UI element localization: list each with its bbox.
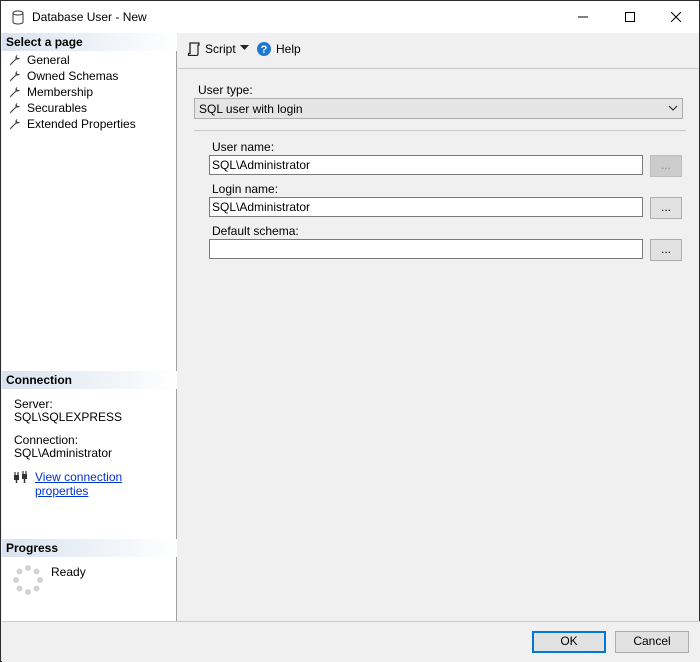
database-user-dialog: Database User - New Select a page Genera… [0,0,700,662]
progress-header: Progress [2,539,177,557]
wrench-icon [9,86,21,98]
login-name-browse-button[interactable]: ... [650,197,682,219]
script-label: Script [205,42,236,56]
minimize-button[interactable] [560,1,606,33]
login-name-label: Login name: [212,182,279,196]
dialog-footer: OK Cancel [2,621,700,662]
default-schema-label: Default schema: [212,224,299,238]
page-item-label: General [27,53,70,67]
user-name-label: User name: [212,140,275,154]
progress-status: Ready [51,565,86,579]
connection-plug-icon [14,471,27,483]
select-page-header: Select a page [2,33,177,51]
server-label: Server: [14,397,53,411]
wrench-icon [9,102,21,114]
script-button[interactable]: Script [187,42,236,56]
connection-header: Connection [2,371,177,389]
connection-label: Connection: [14,433,79,447]
help-button[interactable]: ? Help [257,42,301,56]
chevron-down-icon [668,105,678,111]
page-list: General Owned Schemas Membership Securab… [2,52,177,132]
progress-spinner-icon [13,565,43,595]
window-title: Database User - New [32,10,147,24]
toolbar: Script ? Help [178,33,699,69]
server-value: SQL\SQLEXPRESS [14,410,123,424]
ok-button[interactable]: OK [532,631,606,653]
maximize-icon [625,12,635,22]
help-icon: ? [257,42,271,56]
page-item-owned-schemas[interactable]: Owned Schemas [2,68,177,84]
close-button[interactable] [653,1,699,33]
page-item-label: Securables [27,101,88,115]
default-schema-browse-button[interactable]: ... [650,239,682,261]
user-type-label: User type: [198,83,253,97]
login-name-input[interactable]: SQL\Administrator [209,197,643,217]
script-dropdown-icon[interactable] [240,45,249,51]
page-item-label: Owned Schemas [27,69,119,83]
separator [194,130,686,131]
help-label: Help [276,42,301,56]
title-bar: Database User - New [1,1,699,33]
page-item-general[interactable]: General [2,52,177,68]
user-name-browse-button[interactable]: ... [650,155,682,177]
script-icon [187,42,200,56]
page-item-extended-properties[interactable]: Extended Properties [2,116,177,132]
user-type-value: SQL user with login [199,102,303,116]
page-item-securables[interactable]: Securables [2,100,177,116]
svg-text:?: ? [261,44,268,56]
user-name-input[interactable]: SQL\Administrator [209,155,643,175]
connection-value: SQL\Administrator [14,446,113,460]
page-item-label: Extended Properties [27,117,136,131]
wrench-icon [9,70,21,82]
wrench-icon [9,118,21,130]
database-icon [12,10,24,25]
maximize-button[interactable] [607,1,653,33]
cancel-button[interactable]: Cancel [615,631,689,653]
page-item-membership[interactable]: Membership [2,84,177,100]
view-connection-properties-link[interactable]: View connection properties [35,470,176,498]
left-panel: Select a page General Owned Schemas Memb… [2,33,177,621]
user-type-select[interactable]: SQL user with login [194,98,683,119]
default-schema-input[interactable] [209,239,643,259]
page-item-label: Membership [27,85,94,99]
minimize-icon [578,16,588,18]
wrench-icon [9,54,21,66]
close-icon [671,12,681,22]
